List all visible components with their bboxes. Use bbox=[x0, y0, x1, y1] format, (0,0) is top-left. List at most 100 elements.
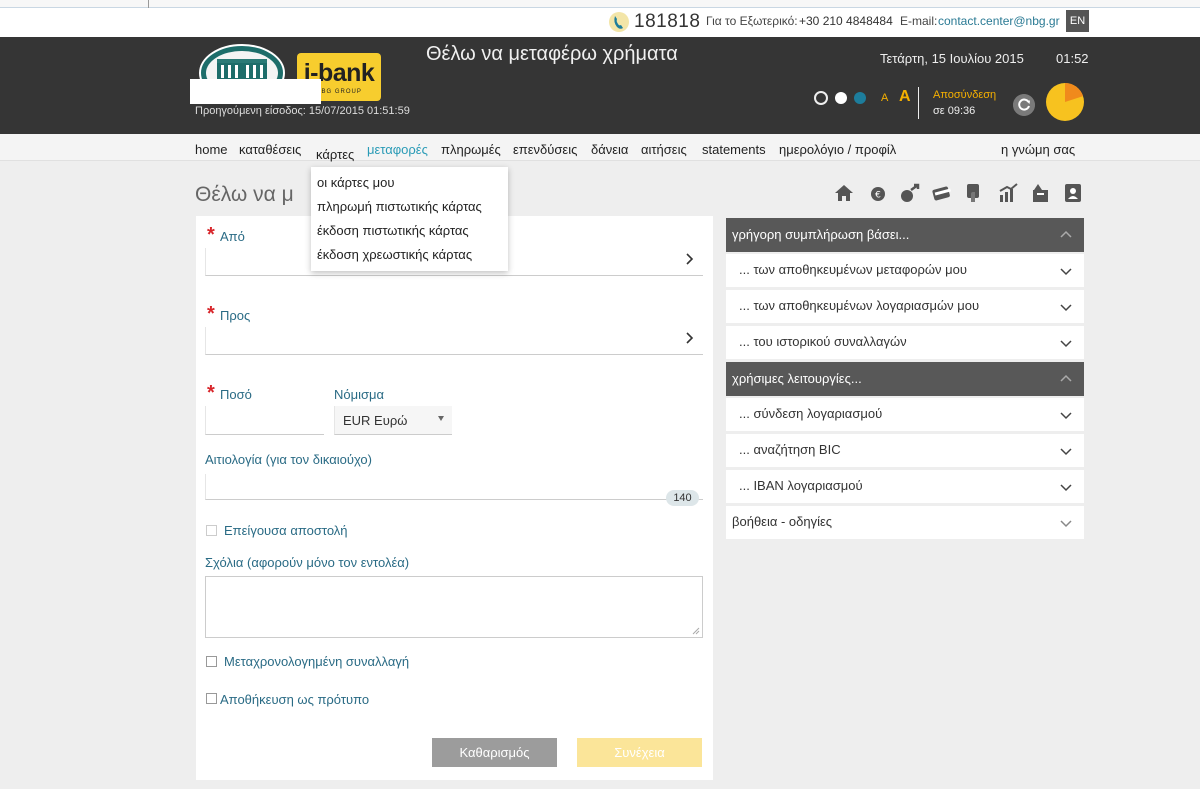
current-date: Τετάρτη, 15 Ιουλίου 2015 bbox=[880, 51, 1024, 66]
scheduled-checkbox[interactable] bbox=[206, 656, 217, 667]
required-marker: * bbox=[207, 382, 215, 404]
help-label: βοήθεια - οδηγίες bbox=[732, 514, 833, 529]
panel-item-label: ... IBAN λογαριασμού bbox=[739, 478, 863, 493]
contrast-dark-option[interactable] bbox=[814, 91, 828, 105]
session-timer-icon bbox=[1046, 83, 1084, 121]
nav-item-loans[interactable]: δάνεια bbox=[591, 142, 628, 157]
nav-item-feedback[interactable]: η γνώμη σας bbox=[1001, 142, 1075, 157]
quick-fill-header[interactable]: γρήγορη συμπλήρωση βάσει... bbox=[726, 218, 1084, 252]
save-template-checkbox[interactable] bbox=[206, 693, 217, 704]
language-button[interactable]: EN bbox=[1066, 10, 1089, 32]
chevron-down-icon bbox=[1060, 340, 1072, 348]
chevron-down-icon bbox=[1060, 520, 1072, 528]
chevron-down-icon bbox=[1060, 268, 1072, 276]
nav-item-applications[interactable]: αιτήσεις bbox=[641, 142, 687, 157]
reason-char-counter: 140 bbox=[666, 490, 699, 506]
useful-account-iban[interactable]: ... IBAN λογαριασμού bbox=[726, 470, 1084, 503]
nav-item-statements[interactable]: statements bbox=[702, 142, 766, 157]
quick-fill-title: γρήγορη συμπλήρωση βάσει... bbox=[732, 227, 910, 242]
menu-item-issue-debit-card[interactable]: έκδοση χρεωστικής κάρτας bbox=[317, 247, 472, 262]
abroad-phone: +30 210 4848484 bbox=[799, 14, 893, 28]
required-marker: * bbox=[207, 303, 215, 325]
loans-icon[interactable] bbox=[1029, 182, 1051, 204]
euro-icon[interactable]: € bbox=[867, 182, 889, 204]
save-template-label: Αποθήκευση ως πρότυπο bbox=[220, 692, 370, 707]
comments-textarea[interactable] bbox=[205, 576, 703, 638]
menu-item-my-cards[interactable]: οι κάρτες μου bbox=[317, 175, 394, 190]
cards-dropdown-menu: οι κάρτες μου πληρωμή πιστωτικής κάρτας … bbox=[311, 167, 508, 271]
quick-fill-saved-accounts[interactable]: ... των αποθηκευμένων λογαριασμών μου bbox=[726, 290, 1084, 323]
useful-search-bic[interactable]: ... αναζήτηση BIC bbox=[726, 434, 1084, 467]
nav-item-transfers[interactable]: μεταφορές bbox=[367, 142, 428, 157]
help-guides[interactable]: βοήθεια - οδηγίες bbox=[726, 506, 1084, 539]
phone-number: 181818 bbox=[634, 11, 701, 32]
transfer-icon[interactable] bbox=[899, 182, 921, 204]
reason-input[interactable] bbox=[205, 474, 703, 500]
chevron-down-icon bbox=[1060, 412, 1072, 420]
comments-label: Σχόλια (αφορούν μόνο τον εντολέα) bbox=[205, 555, 410, 570]
email-label: E-mail: bbox=[900, 14, 938, 28]
chevron-up-icon bbox=[1060, 230, 1072, 238]
email-link[interactable]: contact.center@nbg.gr bbox=[938, 14, 1060, 28]
header-divider bbox=[918, 87, 919, 119]
quick-fill-history[interactable]: ... του ιστορικού συναλλαγών bbox=[726, 326, 1084, 359]
resize-handle-icon[interactable] bbox=[692, 627, 700, 635]
caret-down-icon bbox=[438, 416, 444, 421]
urgent-checkbox[interactable] bbox=[206, 525, 217, 536]
scheduled-label: Μεταχρονολογημένη συναλλαγή bbox=[224, 654, 410, 669]
nav-item-deposits[interactable]: καταθέσεις bbox=[239, 142, 301, 157]
cards-icon[interactable] bbox=[931, 182, 953, 204]
to-label: Προς bbox=[220, 308, 251, 323]
refresh-session-icon[interactable] bbox=[1013, 94, 1035, 116]
nav-item-investments[interactable]: επενδύσεις bbox=[513, 142, 577, 157]
previous-login: Προηγούμενη είσοδος: 15/07/2015 01:51:59 bbox=[195, 105, 410, 117]
nav-item-cards[interactable]: κάρτες bbox=[316, 147, 354, 162]
current-time: 01:52 bbox=[1056, 51, 1089, 66]
currency-select[interactable]: EUR Ευρώ bbox=[334, 406, 452, 435]
contrast-blue-option[interactable] bbox=[854, 92, 866, 104]
nav-item-calendar-profile[interactable]: ημερολόγιο / προφίλ bbox=[779, 142, 896, 157]
currency-label: Νόμισμα bbox=[334, 387, 385, 402]
required-marker: * bbox=[207, 224, 215, 246]
page-title: Θέλω να μ bbox=[195, 183, 294, 206]
currency-value: EUR Ευρώ bbox=[343, 413, 408, 428]
nav-item-payments[interactable]: πληρωμές bbox=[441, 142, 501, 157]
menu-item-issue-credit-card[interactable]: έκδοση πιστωτικής κάρτας bbox=[317, 223, 469, 238]
panel-item-label: ... σύνδεση λογαριασμού bbox=[739, 406, 883, 421]
font-size-small-button[interactable]: A bbox=[881, 92, 888, 104]
transfer-form: * Από * Προς * Ποσό Νόμισμα EUR Ευρώ Αιτ… bbox=[196, 216, 713, 780]
nav-item-home[interactable]: home bbox=[195, 142, 228, 157]
home-icon[interactable] bbox=[833, 182, 855, 204]
header: i-bank NBG GROUP Θέλω να μεταφέρω χρήματ… bbox=[0, 37, 1200, 134]
chevron-right-icon bbox=[686, 253, 694, 265]
font-size-large-button[interactable]: A bbox=[899, 88, 911, 106]
chevron-right-icon bbox=[686, 332, 694, 344]
investments-icon[interactable] bbox=[997, 182, 1019, 204]
amount-input[interactable] bbox=[205, 406, 324, 435]
chevron-up-icon bbox=[1060, 374, 1072, 382]
to-account-select[interactable] bbox=[205, 327, 703, 355]
reason-label: Αιτιολογία (για τον δικαιούχο) bbox=[205, 452, 372, 467]
urgent-label: Επείγουσα αποστολή bbox=[224, 523, 348, 538]
svg-text:€: € bbox=[875, 191, 881, 201]
main-nav: home καταθέσεις κάρτες μεταφορές πληρωμέ… bbox=[0, 134, 1200, 162]
chevron-down-icon bbox=[1060, 304, 1072, 312]
panel-item-label: ... του ιστορικού συναλλαγών bbox=[739, 334, 907, 349]
user-name-box bbox=[190, 79, 321, 104]
continue-button[interactable]: Συνέχεια bbox=[577, 738, 702, 767]
contrast-light-option[interactable] bbox=[835, 92, 847, 104]
chevron-down-icon bbox=[1060, 448, 1072, 456]
quick-fill-saved-transfers[interactable]: ... των αποθηκευμένων μεταφορών μου bbox=[726, 254, 1084, 287]
contacts-icon[interactable] bbox=[1062, 182, 1084, 204]
menu-item-credit-card-payment[interactable]: πληρωμή πιστωτικής κάρτας bbox=[317, 199, 482, 214]
panel-item-label: ... των αποθηκευμένων μεταφορών μου bbox=[739, 262, 968, 277]
useful-functions-title: χρήσιμες λειτουργίες... bbox=[732, 371, 862, 386]
useful-functions-header[interactable]: χρήσιμες λειτουργίες... bbox=[726, 362, 1084, 396]
clear-button[interactable]: Καθαρισμός bbox=[432, 738, 557, 767]
phone-icon bbox=[609, 12, 629, 32]
payment-icon[interactable] bbox=[963, 182, 985, 204]
chevron-down-icon bbox=[1060, 484, 1072, 492]
useful-link-account[interactable]: ... σύνδεση λογαριασμού bbox=[726, 398, 1084, 431]
logout-link[interactable]: Αποσύνδεση bbox=[933, 89, 996, 101]
logout-countdown: σε 09:36 bbox=[933, 105, 976, 117]
